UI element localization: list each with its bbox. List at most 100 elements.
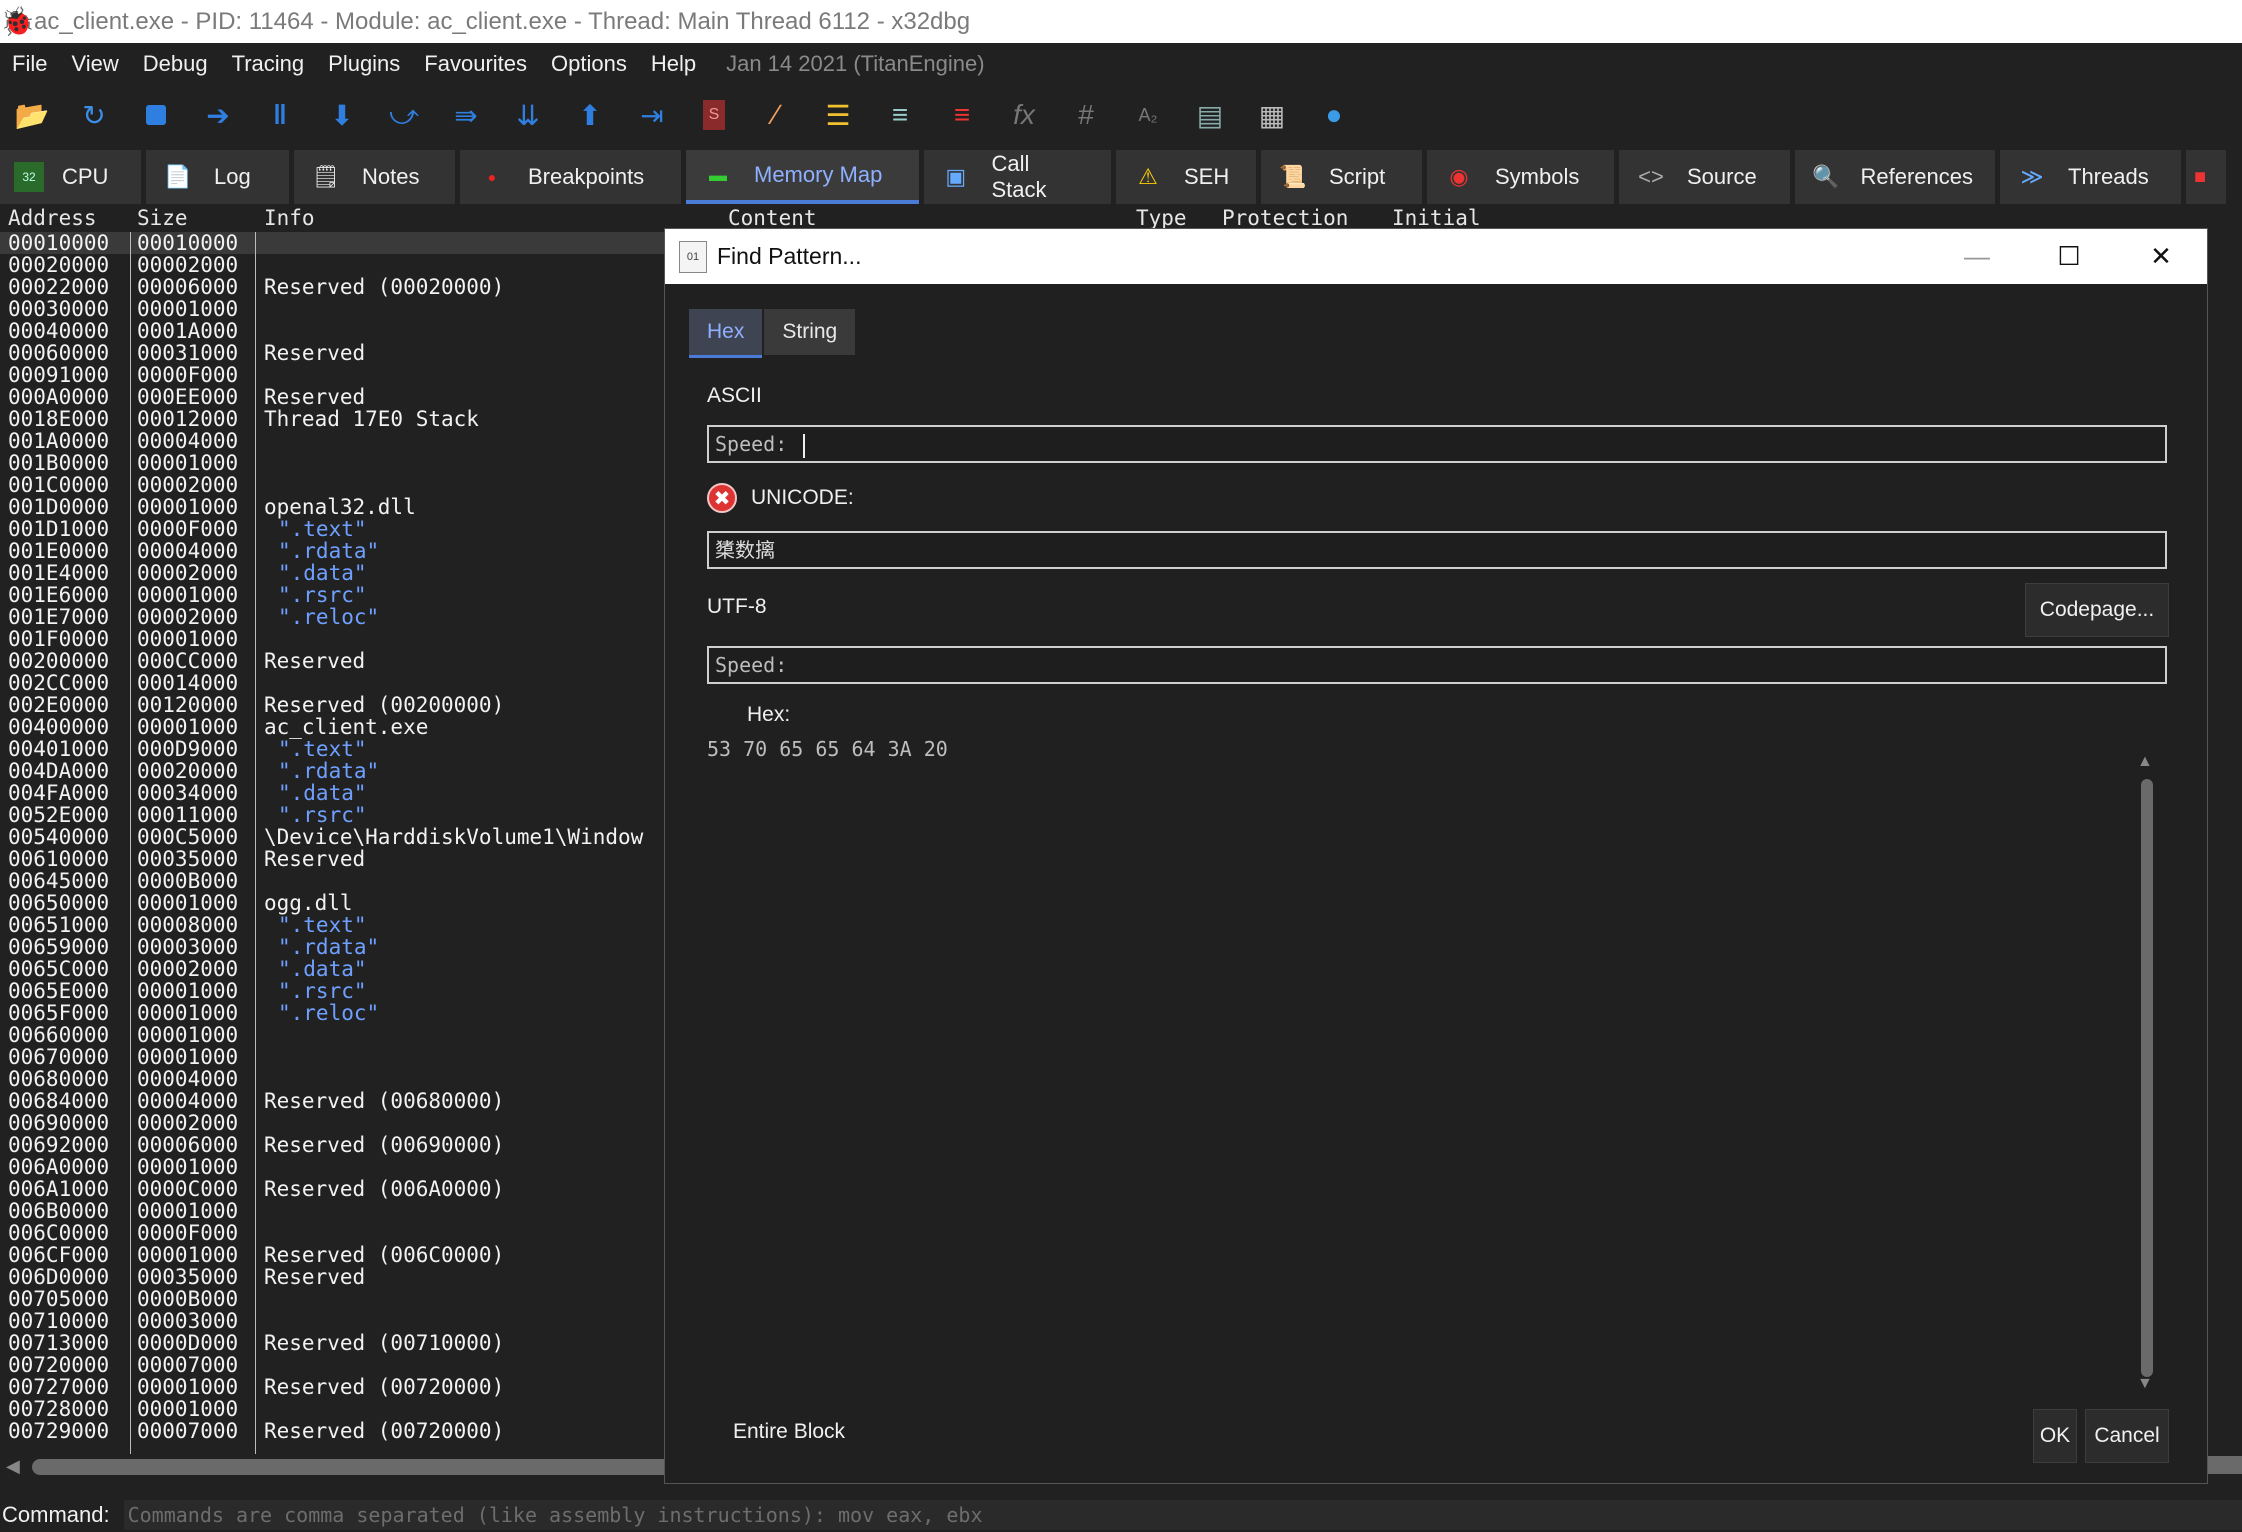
function-icon[interactable]: fx: [1002, 93, 1046, 137]
menu-plugins[interactable]: Plugins: [316, 51, 412, 77]
scroll-down-icon[interactable]: ▼: [2137, 1375, 2153, 1393]
tab-references[interactable]: 🔍 References: [1795, 150, 1995, 204]
table-row[interactable]: 00610000 00035000 Reserved: [0, 848, 664, 870]
col-type[interactable]: Type: [1136, 206, 1187, 230]
tab-hex[interactable]: Hex: [689, 309, 763, 358]
col-info[interactable]: Info: [264, 206, 315, 230]
scroll-thumb[interactable]: [32, 1459, 672, 1475]
label-icon[interactable]: ≡: [878, 93, 922, 137]
tab-log[interactable]: 📄 Log: [146, 150, 289, 204]
tab-overflow[interactable]: ■: [2186, 150, 2226, 204]
col-protection[interactable]: Protection: [1222, 206, 1348, 230]
table-row[interactable]: 00670000 00001000: [0, 1046, 664, 1068]
table-row[interactable]: 001A0000 00004000: [0, 430, 664, 452]
close-icon[interactable]: ✕: [2115, 229, 2207, 284]
hash-icon[interactable]: #: [1064, 93, 1108, 137]
scylla-icon[interactable]: S: [692, 93, 736, 137]
table-row[interactable]: 006A1000 0000C000 Reserved (006A0000): [0, 1178, 664, 1200]
table-row[interactable]: 00727000 00001000 Reserved (00720000): [0, 1376, 664, 1398]
command-input[interactable]: Commands are comma separated (like assem…: [123, 1500, 2242, 1530]
table-row[interactable]: 00660000 00001000: [0, 1024, 664, 1046]
step-over-icon[interactable]: ⤻: [382, 93, 426, 137]
scroll-left-icon[interactable]: ◀: [6, 1456, 20, 1477]
table-row[interactable]: 00030000 00001000: [0, 298, 664, 320]
trace-over-icon[interactable]: ⇊: [506, 93, 550, 137]
tab-source[interactable]: <> Source: [1619, 150, 1790, 204]
minimize-icon[interactable]: —: [1931, 229, 2023, 284]
table-row[interactable]: 00720000 00007000: [0, 1354, 664, 1376]
table-row[interactable]: 001E0000 00004000 ".rdata": [0, 540, 664, 562]
patch-icon[interactable]: ∕: [754, 93, 798, 137]
tab-script[interactable]: 📜 Script: [1261, 150, 1422, 204]
hex-editor[interactable]: 53 70 65 65 64 3A 20: [707, 737, 948, 761]
scroll-thumb[interactable]: [2141, 779, 2153, 1377]
table-row[interactable]: 00400000 00001000 ac_client.exe: [0, 716, 664, 738]
table-row[interactable]: 001D1000 0000F000 ".text": [0, 518, 664, 540]
table-row[interactable]: 00713000 0000D000 Reserved (00710000): [0, 1332, 664, 1354]
table-row[interactable]: 00692000 00006000 Reserved (00690000): [0, 1134, 664, 1156]
table-row[interactable]: 006CF000 00001000 Reserved (006C0000): [0, 1244, 664, 1266]
menu-file[interactable]: File: [0, 51, 59, 77]
table-row[interactable]: 0018E000 00012000 Thread 17E0 Stack: [0, 408, 664, 430]
font-size-icon[interactable]: A₂: [1126, 93, 1170, 137]
table-row[interactable]: 0065C000 00002000 ".data": [0, 958, 664, 980]
comment-icon[interactable]: ☰: [816, 93, 860, 137]
table-row[interactable]: 006D0000 00035000 Reserved: [0, 1266, 664, 1288]
col-initial[interactable]: Initial: [1392, 206, 1481, 230]
table-row[interactable]: 0052E000 00011000 ".rsrc": [0, 804, 664, 826]
table-row[interactable]: 00650000 00001000 ogg.dll: [0, 892, 664, 914]
tab-memory-map[interactable]: ▬ Memory Map: [686, 150, 919, 204]
tab-symbols[interactable]: ◉ Symbols: [1427, 150, 1614, 204]
calculator-icon[interactable]: ▦: [1250, 93, 1294, 137]
col-address[interactable]: Address: [8, 206, 97, 230]
step-into-icon[interactable]: ⬇: [320, 93, 364, 137]
table-row[interactable]: 001B0000 00001000: [0, 452, 664, 474]
table-row[interactable]: 00040000 0001A000: [0, 320, 664, 342]
table-row[interactable]: 006A0000 00001000: [0, 1156, 664, 1178]
table-row[interactable]: 00651000 00008000 ".text": [0, 914, 664, 936]
globe-icon[interactable]: ●: [1312, 93, 1356, 137]
table-row[interactable]: 006B0000 00001000: [0, 1200, 664, 1222]
table-row[interactable]: 001C0000 00002000: [0, 474, 664, 496]
bookmark-icon[interactable]: ≡: [940, 93, 984, 137]
utf8-input[interactable]: Speed:: [707, 646, 2167, 684]
unicode-input[interactable]: 橥数摛: [707, 531, 2167, 569]
table-row[interactable]: 00705000 0000B000: [0, 1288, 664, 1310]
menu-help[interactable]: Help: [639, 51, 708, 77]
table-row[interactable]: 001E7000 00002000 ".reloc": [0, 606, 664, 628]
table-row[interactable]: 0065F000 00001000 ".reloc": [0, 1002, 664, 1024]
horizontal-scrollbar[interactable]: ◀: [0, 1456, 672, 1478]
tab-breakpoints[interactable]: ● Breakpoints: [460, 150, 681, 204]
table-row[interactable]: 00645000 0000B000: [0, 870, 664, 892]
tab-call-stack[interactable]: ▣ Call Stack: [924, 150, 1111, 204]
table-row[interactable]: 001D0000 00001000 openal32.dll: [0, 496, 664, 518]
table-row[interactable]: 00680000 00004000: [0, 1068, 664, 1090]
table-row[interactable]: 001E6000 00001000 ".rsrc": [0, 584, 664, 606]
table-row[interactable]: 00729000 00007000 Reserved (00720000): [0, 1420, 664, 1442]
tab-seh[interactable]: ⚠ SEH: [1116, 150, 1256, 204]
hex-vertical-scrollbar[interactable]: ▲ ▼: [2135, 753, 2159, 1393]
tab-string[interactable]: String: [764, 309, 856, 355]
table-row[interactable]: 00728000 00001000: [0, 1398, 664, 1420]
col-size[interactable]: Size: [137, 206, 188, 230]
table-row[interactable]: 004DA000 00020000 ".rdata": [0, 760, 664, 782]
table-row[interactable]: 000A0000 000EE000 Reserved: [0, 386, 664, 408]
table-row[interactable]: 00022000 00006000 Reserved (00020000): [0, 276, 664, 298]
table-row[interactable]: 00020000 00002000: [0, 254, 664, 276]
memory-map-list[interactable]: 00010000 00010000 00020000 00002000 00022000…: [0, 232, 664, 1454]
tab-threads[interactable]: ≫ Threads: [2000, 150, 2181, 204]
tab-notes[interactable]: 🗒 Notes: [294, 150, 455, 204]
ok-button[interactable]: OK: [2033, 1409, 2077, 1463]
table-row[interactable]: 001E4000 00002000 ".data": [0, 562, 664, 584]
menu-options[interactable]: Options: [539, 51, 639, 77]
table-row[interactable]: 002CC000 00014000: [0, 672, 664, 694]
menu-debug[interactable]: Debug: [131, 51, 220, 77]
table-row[interactable]: 00540000 000C5000 \Device\HarddiskVolume1\…: [0, 826, 664, 848]
menu-view[interactable]: View: [59, 51, 130, 77]
stop-icon[interactable]: [134, 93, 178, 137]
table-row[interactable]: 00200000 000CC000 Reserved: [0, 650, 664, 672]
col-content[interactable]: Content: [728, 206, 817, 230]
scroll-track[interactable]: [2208, 1456, 2242, 1474]
table-row[interactable]: 00401000 000D9000 ".text": [0, 738, 664, 760]
ascii-input[interactable]: Speed:: [707, 425, 2167, 463]
